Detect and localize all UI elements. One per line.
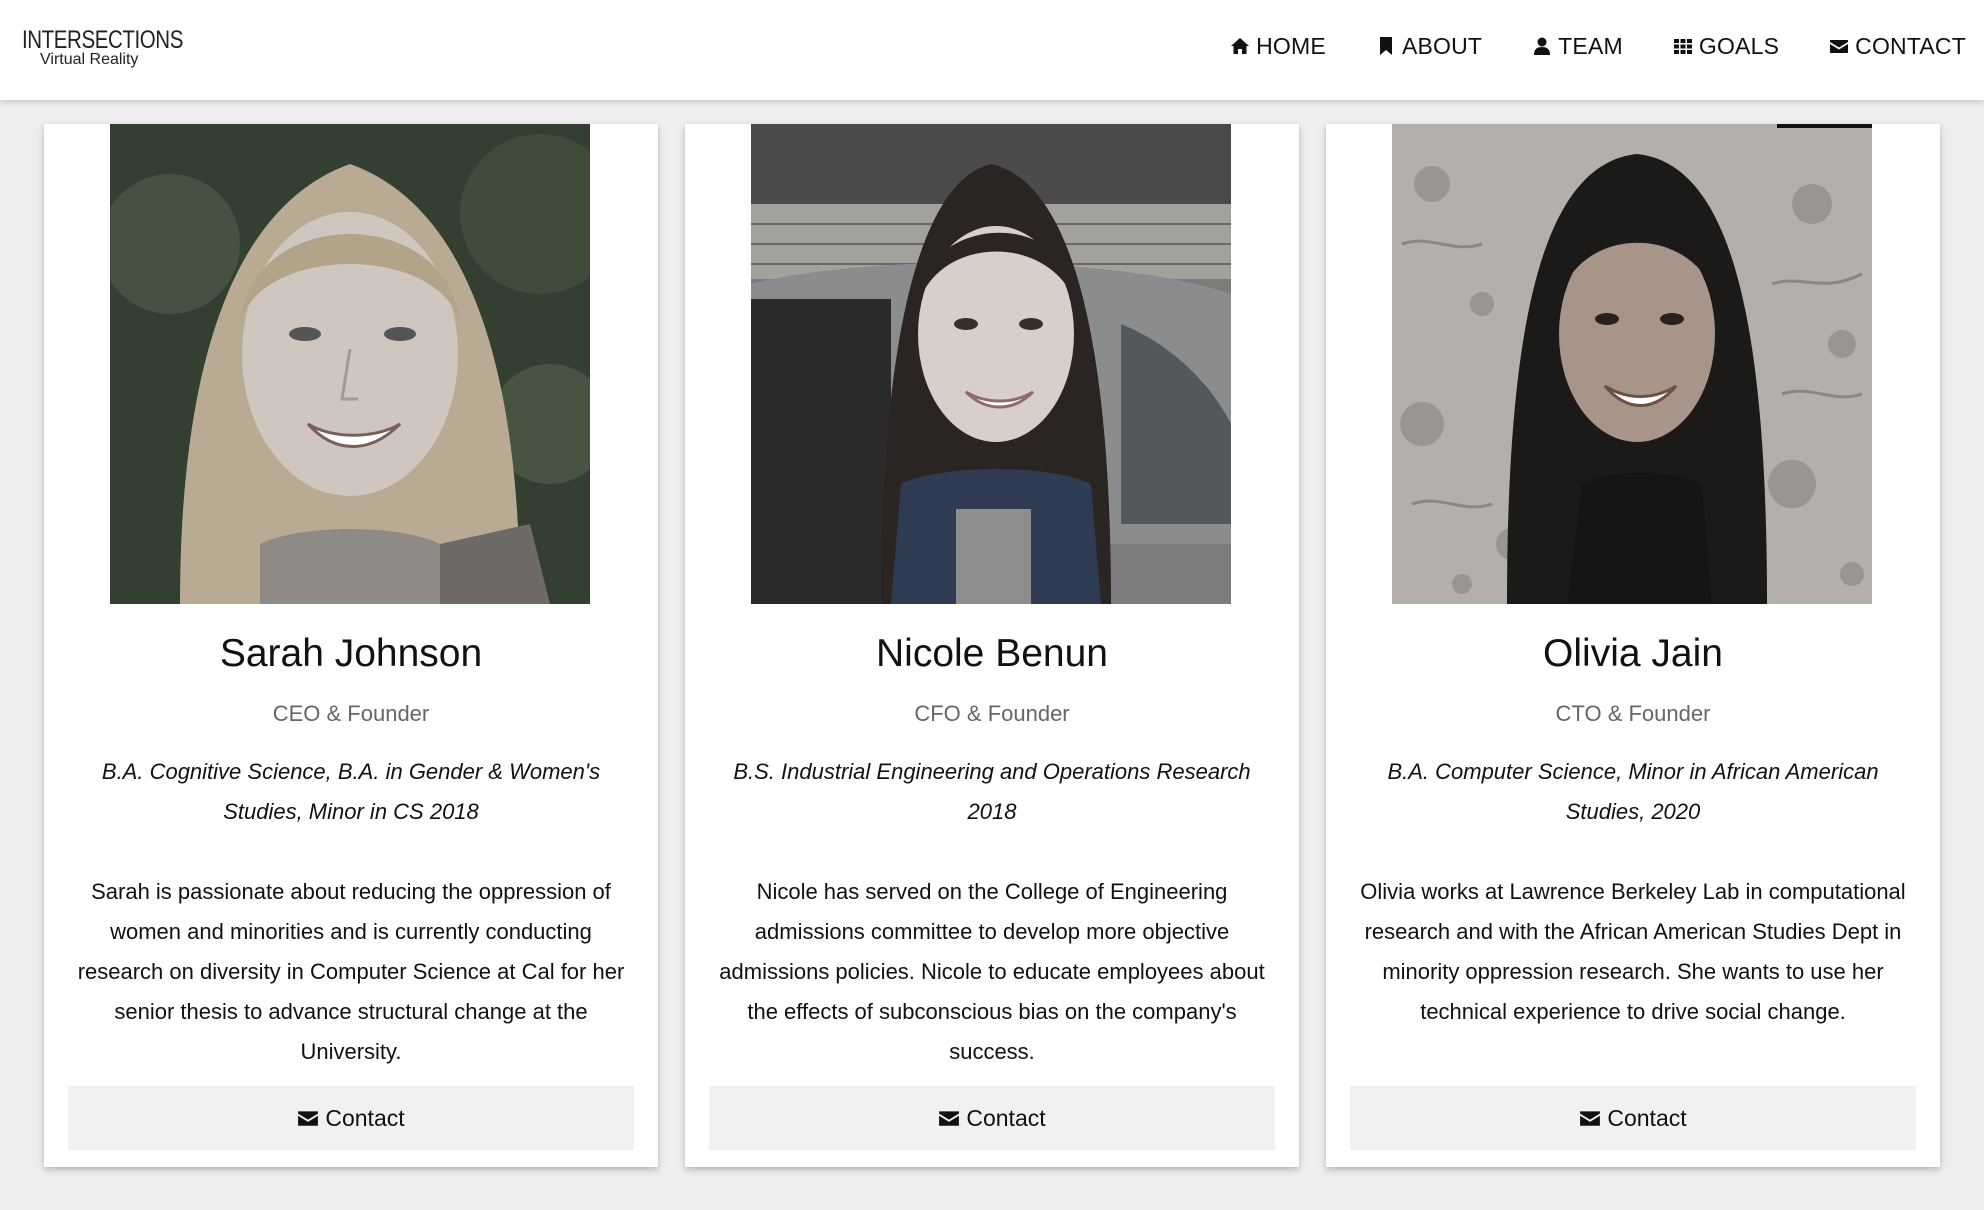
member-title: CEO & Founder [272,701,430,726]
nav-item-goals[interactable]: GOALS [1673,33,1779,60]
top-navbar: INTERSECTIONS Virtual Reality HOME ABOUT… [0,0,1984,100]
nav-menu: HOME ABOUT TEAM GOALS CONTACT [1180,0,1966,92]
contact-button-label: Contact [966,1104,1046,1131]
user-icon [1534,37,1551,55]
nav-item-home[interactable]: HOME [1230,33,1326,60]
member-degree: B.A. Cognitive Science, B.A. in Gender &… [101,759,601,824]
contact-button-label: Contact [1607,1104,1687,1131]
nav-item-team[interactable]: TEAM [1532,33,1623,60]
nav-item-label: ABOUT [1401,32,1483,59]
member-name: Olivia Jain [1543,632,1723,675]
contact-button[interactable]: Contact [709,1086,1275,1150]
member-degree: B.S. Industrial Engineering and Operatio… [733,759,1251,824]
envelope-icon [1580,1111,1601,1126]
grid-icon [1673,39,1692,54]
nav-item-contact[interactable]: CONTACT [1829,33,1966,60]
envelope-icon [298,1111,319,1126]
contact-button[interactable]: Contact [1350,1086,1916,1150]
team-card-olivia: Olivia Jain CTO & Founder B.A. Computer … [1326,124,1940,1167]
member-name: Nicole Benun [876,632,1108,675]
team-card-sarah: Sarah Johnson CEO & Founder B.A. Cogniti… [44,124,658,1167]
nav-item-label: TEAM [1558,32,1623,59]
team-photo [751,124,1231,604]
member-name: Sarah Johnson [219,632,483,675]
logo-sub-text: Virtual Reality [40,51,139,68]
nav-item-about[interactable]: ABOUT [1376,33,1482,60]
member-bio: Sarah is passionate about reducing the o… [77,879,625,1064]
contact-button[interactable]: Contact [68,1086,634,1150]
nav-item-label: CONTACT [1855,32,1966,59]
contact-button-label: Contact [325,1104,405,1131]
team-photo [1392,124,1872,604]
home-icon [1231,38,1250,54]
bookmark-icon [1379,37,1392,55]
member-degree: B.A. Computer Science, Minor in African … [1387,759,1879,824]
portrait-image [1392,124,1872,604]
team-card-nicole: Nicole Benun CFO & Founder B.S. Industri… [685,124,1299,1167]
member-title: CFO & Founder [914,701,1070,726]
member-bio: Olivia works at Lawrence Berkeley Lab in… [1360,879,1906,1024]
member-bio: Nicole has served on the College of Engi… [719,879,1265,1064]
nav-item-label: HOME [1256,32,1326,59]
portrait-image [110,124,590,604]
team-section: Sarah Johnson CEO & Founder B.A. Cogniti… [0,0,1984,1210]
portrait-image [751,124,1231,604]
team-photo [110,124,590,604]
envelope-icon [939,1111,960,1126]
envelope-icon [1830,40,1849,53]
member-title: CTO & Founder [1555,701,1711,726]
nav-item-label: GOALS [1698,32,1780,59]
site-logo[interactable]: INTERSECTIONS Virtual Reality [22,26,183,74]
